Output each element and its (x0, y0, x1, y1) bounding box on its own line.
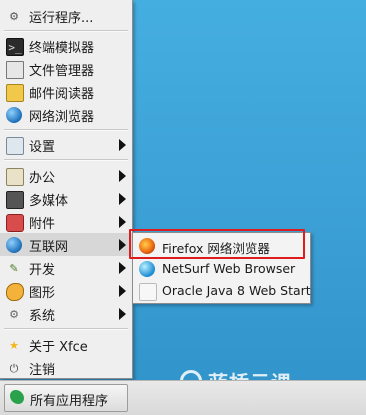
menu-item-file-manager[interactable]: 文件管理器 (0, 57, 132, 80)
menu-item-label: 注销 (29, 363, 56, 378)
menu-item-label: 附件 (29, 217, 56, 232)
applications-menu-button[interactable]: 所有应用程序 (4, 384, 128, 412)
folder-icon (6, 61, 24, 79)
menu-item-label: 办公 (29, 171, 56, 186)
menu-separator (4, 129, 128, 131)
menu-item-mail-reader[interactable]: 邮件阅读器 (0, 80, 132, 103)
menu-item-label: 关于 Xfce (29, 340, 88, 355)
firefox-icon (139, 238, 155, 254)
menu-item-label: 系统 (29, 309, 56, 324)
xfce-logo-icon (10, 390, 24, 404)
run-icon: ⚙ (9, 9, 19, 23)
menu-separator (4, 328, 128, 330)
office-icon (6, 168, 24, 186)
menu-item-web-browser[interactable]: 网络浏览器 (0, 103, 132, 126)
web-browser-icon (6, 107, 22, 123)
menu-item-development[interactable]: ✎ 开发 (0, 256, 132, 279)
submenu-item-java-web-start[interactable]: Oracle Java 8 Web Start (133, 280, 311, 302)
graphics-icon (6, 283, 24, 301)
menu-item-office[interactable]: 办公 (0, 164, 132, 187)
menu-item-multimedia[interactable]: 多媒体 (0, 187, 132, 210)
submenu-item-label: NetSurf Web Browser (162, 261, 296, 276)
system-icon: ⚙ (9, 307, 19, 321)
terminal-icon: >_ (6, 38, 24, 56)
menu-item-run[interactable]: ⚙ 运行程序... (0, 4, 132, 27)
submenu-item-netsurf[interactable]: NetSurf Web Browser (133, 258, 310, 280)
submenu-arrow-icon (119, 216, 126, 228)
java-icon (139, 283, 157, 301)
menu-item-terminal[interactable]: >_ 终端模拟器 (0, 34, 132, 57)
submenu-item-firefox[interactable]: Firefox 网络浏览器 (133, 235, 310, 257)
accessories-icon (6, 214, 24, 232)
submenu-item-label: Oracle Java 8 Web Start (162, 283, 311, 298)
multimedia-icon (6, 191, 24, 209)
submenu-arrow-icon (119, 239, 126, 251)
menu-item-accessories[interactable]: 附件 (0, 210, 132, 233)
submenu-arrow-icon (119, 262, 126, 274)
star-icon: ★ (9, 338, 19, 352)
menu-item-label: 多媒体 (29, 194, 69, 209)
menu-item-label: 开发 (29, 263, 56, 278)
applications-menu: ⚙ 运行程序... >_ 终端模拟器 文件管理器 邮件阅读器 网络浏览器 设置 … (0, 0, 133, 379)
menu-separator (4, 30, 128, 32)
logout-icon: ⏻ (9, 361, 19, 375)
submenu-arrow-icon (119, 139, 126, 151)
menu-item-internet[interactable]: 互联网 (0, 233, 132, 256)
internet-submenu: Firefox 网络浏览器 NetSurf Web Browser Oracle… (132, 232, 311, 304)
submenu-item-label: Firefox 网络浏览器 (162, 241, 270, 256)
menu-item-label: 设置 (29, 140, 56, 155)
menu-item-settings[interactable]: 设置 (0, 133, 132, 156)
netsurf-icon (139, 261, 155, 277)
menu-item-label: 互联网 (29, 240, 69, 255)
submenu-arrow-icon (119, 193, 126, 205)
menu-item-label: 终端模拟器 (29, 41, 95, 56)
menu-item-label: 图形 (29, 286, 56, 301)
taskbar: 所有应用程序 (0, 380, 366, 415)
menu-item-label: 运行程序... (29, 11, 94, 26)
menu-item-graphics[interactable]: 图形 (0, 279, 132, 302)
menu-item-label: 网络浏览器 (29, 110, 95, 125)
submenu-arrow-icon (119, 170, 126, 182)
settings-icon (6, 137, 24, 155)
submenu-arrow-icon (119, 285, 126, 297)
menu-item-label: 邮件阅读器 (29, 87, 95, 102)
start-button-label: 所有应用程序 (30, 394, 109, 409)
menu-separator (4, 159, 128, 161)
development-icon: ✎ (9, 261, 19, 275)
mail-icon (6, 84, 24, 102)
menu-item-label: 文件管理器 (29, 64, 95, 79)
menu-item-system[interactable]: ⚙ 系统 (0, 302, 132, 325)
submenu-arrow-icon (119, 308, 126, 320)
internet-icon (6, 237, 22, 253)
menu-item-logout[interactable]: ⏻ 注销 (0, 356, 132, 379)
menu-item-about-xfce[interactable]: ★ 关于 Xfce (0, 333, 132, 356)
